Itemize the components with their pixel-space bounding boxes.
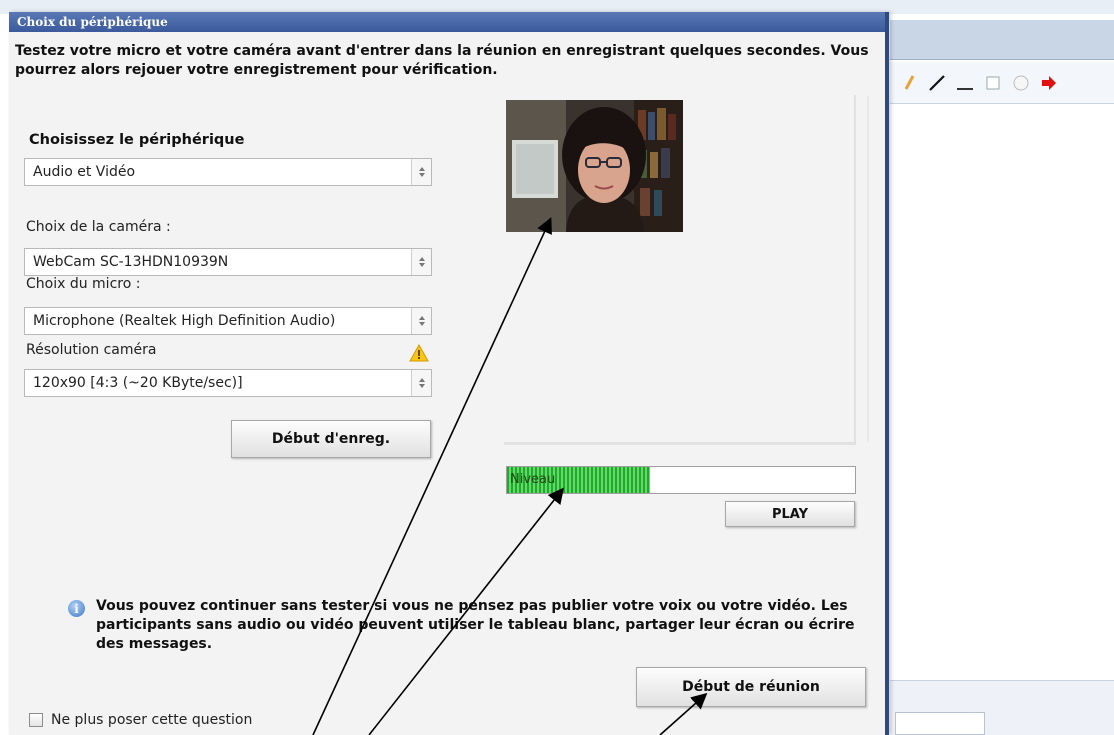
whiteboard-toolbar	[890, 62, 1114, 104]
camera-select[interactable]: WebCam SC-13HDN10939N	[24, 248, 432, 276]
webcam-preview	[506, 100, 683, 232]
info-message: Vous pouvez continuer sans tester si vou…	[96, 598, 855, 652]
warning-icon	[409, 343, 429, 366]
background-header-strip	[890, 20, 1114, 60]
preview-scroll-edge	[867, 96, 869, 442]
camera-label: Choix de la caméra :	[26, 219, 171, 235]
select-spinner-icon[interactable]	[411, 370, 431, 396]
resolution-select[interactable]: 120x90 [4:3 (~20 KByte/sec)]	[24, 369, 432, 397]
device-select[interactable]: Audio et Vidéo	[24, 158, 432, 186]
start-recording-button[interactable]: Début d'enreg.	[231, 420, 431, 458]
mic-label: Choix du micro :	[26, 276, 141, 292]
select-spinner-icon[interactable]	[411, 308, 431, 334]
dialog-intro-text: Testez votre micro et votre caméra avant…	[15, 43, 869, 78]
pencil-icon[interactable]	[900, 74, 918, 92]
device-selection-dialog: Choix du périphérique Testez votre micro…	[9, 12, 889, 735]
audio-level-label: Niveau	[510, 472, 556, 487]
dialog-title[interactable]: Choix du périphérique	[9, 12, 885, 32]
play-button[interactable]: PLAY	[725, 501, 855, 527]
select-spinner-icon[interactable]	[411, 249, 431, 275]
dont-ask-checkbox[interactable]	[29, 713, 43, 727]
resolution-label: Résolution caméra	[26, 342, 157, 358]
resolution-select-value: 120x90 [4:3 (~20 KByte/sec)]	[33, 375, 243, 391]
camera-select-value: WebCam SC-13HDN10939N	[33, 254, 229, 270]
info-icon: i	[68, 600, 85, 617]
start-meeting-button[interactable]: Début de réunion	[636, 667, 866, 707]
device-section-title: Choisissez le périphérique	[29, 132, 245, 148]
line-icon[interactable]	[928, 74, 946, 92]
arrow-icon[interactable]	[1040, 74, 1058, 92]
rectangle-icon[interactable]	[984, 74, 1002, 92]
ellipse-icon[interactable]	[1012, 74, 1030, 92]
select-spinner-icon[interactable]	[411, 159, 431, 185]
audio-level-meter: Niveau	[506, 466, 856, 494]
background-bottom-tab[interactable]	[895, 712, 985, 735]
dont-ask-label[interactable]: Ne plus poser cette question	[51, 712, 252, 728]
device-select-value: Audio et Vidéo	[33, 164, 136, 180]
preview-divider	[504, 442, 856, 445]
underline-icon[interactable]	[956, 74, 974, 92]
mic-select[interactable]: Microphone (Realtek High Definition Audi…	[24, 307, 432, 335]
mic-select-value: Microphone (Realtek High Definition Audi…	[33, 313, 336, 329]
